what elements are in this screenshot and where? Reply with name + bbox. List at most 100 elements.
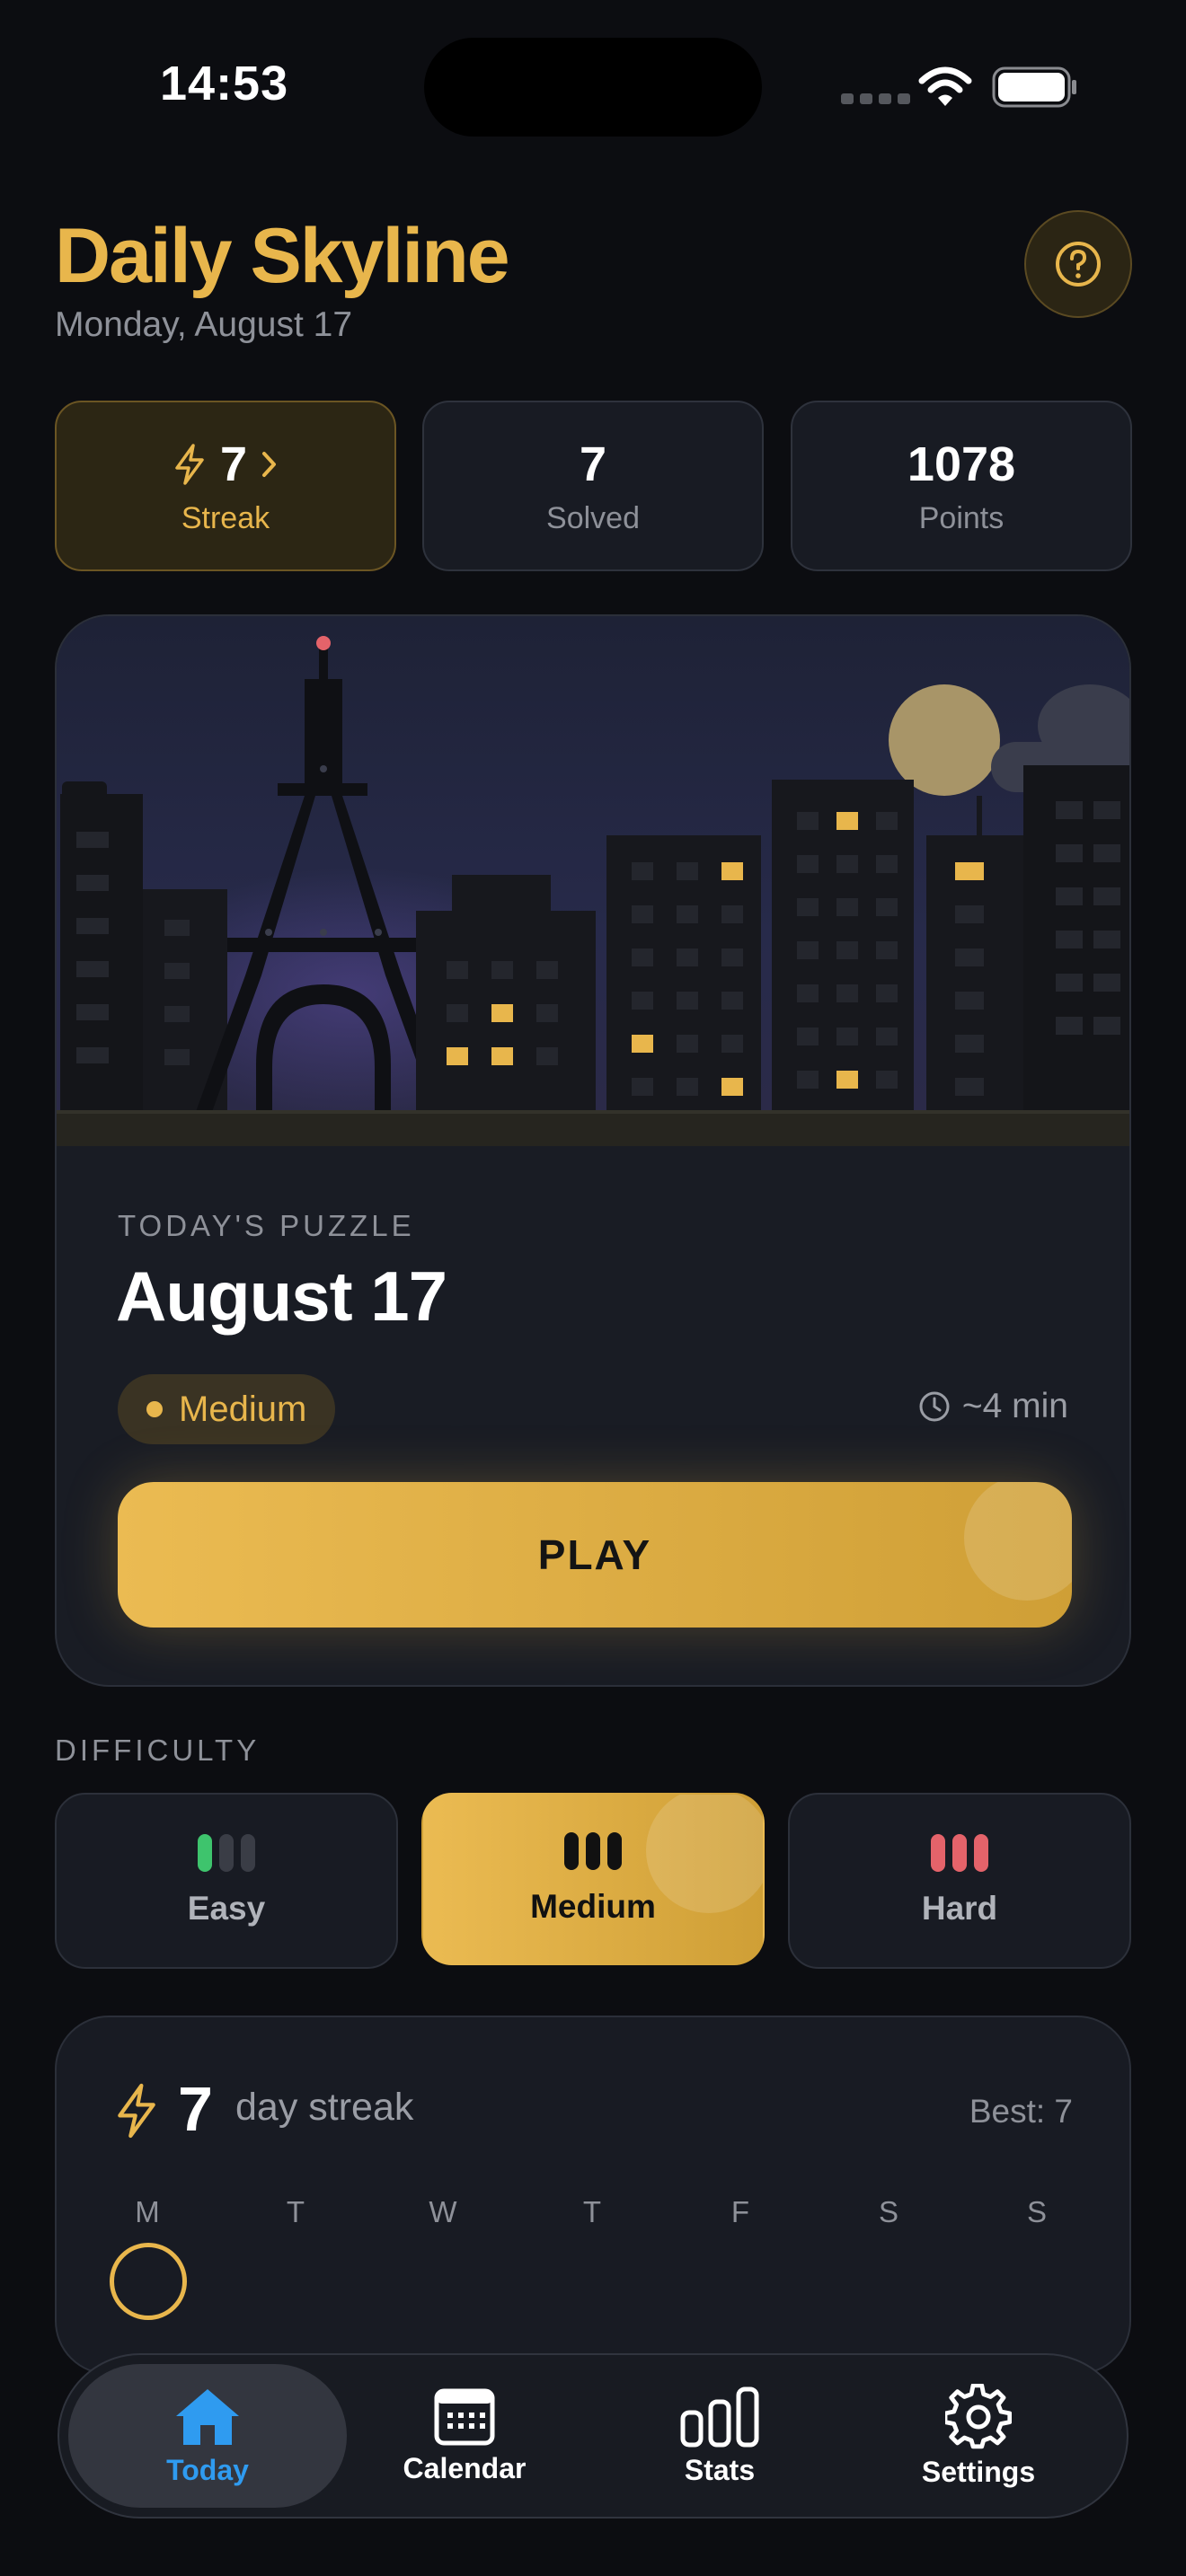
todays-puzzle-card: TODAY'S PUZZLE August 17 Medium ~4 min P… bbox=[55, 614, 1131, 1687]
streak-count: 7 bbox=[219, 437, 248, 491]
building-window bbox=[797, 812, 819, 830]
building-window bbox=[876, 984, 898, 1002]
building-window bbox=[876, 855, 898, 873]
streak-days-count: 7 bbox=[178, 2074, 213, 2144]
building-window bbox=[76, 961, 109, 977]
building-window bbox=[721, 1035, 743, 1053]
building-window bbox=[955, 1078, 984, 1096]
building-window bbox=[491, 961, 513, 979]
wifi-icon bbox=[918, 66, 972, 106]
difficulty-badge-label: Medium bbox=[179, 1389, 307, 1429]
building-window bbox=[632, 1035, 653, 1053]
building-window bbox=[955, 992, 984, 1010]
difficulty-option-hard[interactable]: Hard bbox=[788, 1793, 1131, 1969]
building-window bbox=[536, 1047, 558, 1065]
building-window bbox=[797, 898, 819, 916]
building-window bbox=[955, 862, 984, 880]
question-circle-icon bbox=[1056, 242, 1101, 287]
medium-label: Medium bbox=[530, 1888, 656, 1925]
building-window bbox=[797, 1028, 819, 1045]
difficulty-option-easy[interactable]: Easy bbox=[55, 1793, 398, 1969]
streak-days-label: day streak bbox=[235, 2086, 414, 2129]
play-label: PLAY bbox=[537, 1531, 652, 1578]
building-window bbox=[632, 1078, 653, 1096]
duration-label: ~4 min bbox=[961, 1387, 1068, 1425]
building-window bbox=[721, 948, 743, 966]
building-window bbox=[1093, 887, 1120, 905]
building-window bbox=[677, 1035, 698, 1053]
difficulty-bars-icon bbox=[931, 1834, 988, 1872]
building-window bbox=[1093, 844, 1120, 862]
tab-calendar[interactable]: Calendar bbox=[325, 2364, 604, 2508]
building-window bbox=[876, 1028, 898, 1045]
weekday-label: M bbox=[135, 2195, 160, 2228]
building-window bbox=[1093, 1017, 1120, 1035]
building-window bbox=[876, 898, 898, 916]
building-window bbox=[677, 862, 698, 880]
difficulty-option-medium[interactable]: Medium bbox=[421, 1793, 765, 1965]
tab-settings[interactable]: Settings bbox=[839, 2364, 1118, 2508]
building-window bbox=[491, 1047, 513, 1065]
puzzle-title: August 17 bbox=[116, 1257, 447, 1336]
building-window bbox=[876, 812, 898, 830]
building-window bbox=[677, 992, 698, 1010]
building-window bbox=[955, 1035, 984, 1053]
building-window bbox=[76, 875, 109, 891]
building-window bbox=[1056, 844, 1083, 862]
building-window bbox=[677, 948, 698, 966]
solved-value: 7 bbox=[579, 437, 607, 491]
building-window bbox=[876, 1071, 898, 1089]
bar-chart-icon bbox=[680, 2386, 759, 2447]
help-button[interactable] bbox=[1024, 210, 1132, 318]
building-window bbox=[797, 1071, 819, 1089]
building-window bbox=[76, 1047, 109, 1063]
building-window bbox=[1093, 974, 1120, 992]
building-window bbox=[632, 862, 653, 880]
play-button[interactable]: PLAY bbox=[118, 1482, 1072, 1628]
building-window bbox=[1093, 801, 1120, 819]
tab-label: Settings bbox=[921, 2455, 1036, 2488]
building-window bbox=[447, 1047, 468, 1065]
building-window bbox=[447, 961, 468, 979]
building-window bbox=[797, 984, 819, 1002]
button-highlight bbox=[646, 1795, 763, 1913]
today-indicator bbox=[110, 2243, 187, 2320]
lightning-icon bbox=[118, 2083, 155, 2139]
building-window bbox=[721, 1078, 743, 1096]
building-window bbox=[836, 812, 858, 830]
tab-stats[interactable]: Stats bbox=[580, 2364, 859, 2508]
cellular-signal-icon bbox=[841, 93, 910, 104]
tab-today[interactable]: Today bbox=[68, 2364, 347, 2508]
difficulty-dot bbox=[146, 1401, 163, 1417]
button-highlight bbox=[964, 1482, 1072, 1601]
building-window bbox=[76, 1004, 109, 1020]
building-window bbox=[836, 1071, 858, 1089]
building-window bbox=[1056, 931, 1083, 948]
building-window bbox=[1093, 931, 1120, 948]
tab-label: Stats bbox=[684, 2453, 756, 2486]
streak-label: Streak bbox=[181, 500, 270, 535]
building-window bbox=[1056, 974, 1083, 992]
building-window bbox=[164, 1006, 190, 1022]
weekday-label: S bbox=[1026, 2195, 1047, 2228]
building-window bbox=[955, 905, 984, 923]
building-window bbox=[836, 855, 858, 873]
difficulty-bars-icon bbox=[198, 1834, 255, 1872]
puzzle-eyebrow: TODAY'S PUZZLE bbox=[118, 1209, 415, 1242]
building-window bbox=[836, 984, 858, 1002]
difficulty-bars-icon bbox=[564, 1832, 622, 1870]
building-window bbox=[721, 992, 743, 1010]
app-screen: 14:53 Daily Skyline Monday, August 17 7 bbox=[0, 0, 1186, 2576]
streak-stat-card[interactable]: 7 Streak bbox=[55, 401, 396, 571]
clock-icon bbox=[919, 1391, 950, 1422]
building-window bbox=[164, 963, 190, 979]
building-window bbox=[632, 905, 653, 923]
solved-label: Solved bbox=[546, 500, 640, 535]
best-streak: Best: 7 bbox=[969, 2093, 1073, 2130]
weekday-label: F bbox=[730, 2195, 750, 2228]
weekday-label: W bbox=[429, 2195, 457, 2228]
building-window bbox=[836, 941, 858, 959]
building-window bbox=[447, 1004, 468, 1022]
points-label: Points bbox=[918, 500, 1005, 535]
chevron-right-icon bbox=[262, 451, 277, 477]
